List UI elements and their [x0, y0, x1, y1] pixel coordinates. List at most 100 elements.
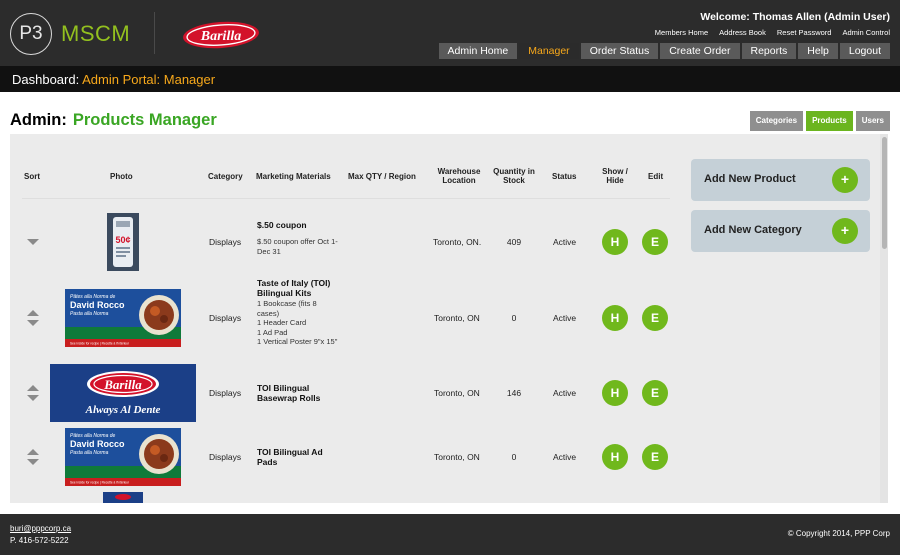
row-quantity: 0	[511, 313, 517, 323]
banner-foot: See inside for recipe | Recette à l'inté…	[70, 342, 130, 346]
row-category: Displays	[209, 388, 242, 398]
row-warehouse: Toronto, ON	[434, 313, 480, 323]
row-warehouse: Toronto, ON.	[433, 237, 482, 247]
page-title-main: Products Manager	[72, 111, 217, 129]
products-panel: Sort Photo Category Marketing Materials …	[10, 134, 888, 503]
members-home-link[interactable]: Members Home	[655, 28, 708, 37]
header-marketing: Marketing Materials	[256, 172, 331, 181]
edit-button[interactable]: E	[642, 380, 668, 406]
nav-tab-logout[interactable]: Logout	[839, 43, 890, 59]
product-photo-coupon: 50¢	[107, 213, 139, 271]
edit-button[interactable]: E	[642, 229, 668, 255]
header-max-qty: Max QTY / Region	[348, 172, 416, 181]
product-photo-basewrap: Barilla Always Al Dente	[50, 364, 196, 422]
coupon-photo-text: 50¢	[115, 235, 130, 245]
banner-foot: See inside for recipe | Recette à l'inté…	[70, 481, 130, 485]
footer-phone: P. 416-572-5222	[10, 536, 69, 545]
row-warehouse: Toronto, ON	[434, 452, 480, 462]
hide-button[interactable]: H	[602, 305, 628, 331]
nav-tab-help[interactable]: Help	[798, 43, 838, 59]
sort-down-icon[interactable]	[26, 234, 40, 252]
edit-button[interactable]: E	[642, 444, 668, 470]
footer-email-link[interactable]: buri@pppcorp.ca	[10, 524, 71, 533]
product-name: Taste of Italy (TOI) Bilingual Kits	[257, 278, 331, 298]
address-book-link[interactable]: Address Book	[719, 28, 766, 37]
header-divider	[22, 198, 670, 199]
row-quantity: 409	[506, 237, 522, 247]
banner-line-2: David Rocco	[70, 439, 125, 449]
header: P3 MSCM Barilla Welcome: Thomas Allen (A…	[0, 0, 900, 66]
product-photo-ad-pads: Pâtes alla Norma de David Rocco Pasta al…	[65, 428, 181, 486]
add-new-category-button[interactable]: Add New Category +	[691, 210, 870, 252]
banner-line-3: Pasta alla Norma	[70, 450, 109, 456]
row-status: Active	[553, 388, 577, 398]
basewrap-logo-text: Barilla	[103, 377, 142, 392]
add-new-product-button[interactable]: Add New Product +	[691, 159, 870, 201]
plus-icon: +	[832, 167, 858, 193]
header-divider	[154, 12, 155, 54]
nav-tab-order-status[interactable]: Order Status	[580, 43, 659, 59]
welcome-text: Welcome: Thomas Allen (Admin User)	[700, 11, 890, 23]
header-photo: Photo	[110, 172, 133, 181]
banner-line-2: David Rocco	[70, 300, 125, 310]
breadcrumb-value: Admin Portal: Manager	[82, 72, 216, 87]
header-sort: Sort	[24, 172, 40, 181]
hide-button[interactable]: H	[602, 380, 628, 406]
product-photo-partial	[103, 492, 143, 503]
header-warehouse: Warehouse Location	[437, 167, 481, 185]
hide-button[interactable]: H	[602, 229, 628, 255]
row-quantity: 0	[511, 452, 517, 462]
banner-line-3: Pasta alla Norma	[70, 311, 109, 317]
breadcrumb-label: Dashboard:	[12, 72, 80, 87]
admin-control-link[interactable]: Admin Control	[842, 28, 890, 37]
row-quantity: 146	[506, 388, 522, 398]
sort-updown-icon[interactable]	[26, 448, 40, 466]
sort-updown-icon[interactable]	[26, 384, 40, 402]
footer: buri@pppcorp.ca P. 416-572-5222 © Copyri…	[0, 514, 900, 555]
barilla-logo-text: Barilla	[200, 29, 241, 44]
main-nav: Admin Home Manager Order Status Create O…	[438, 43, 890, 59]
sub-tabs: Categories Products Users	[749, 111, 890, 131]
subtab-products[interactable]: Products	[806, 111, 853, 131]
add-new-category-label: Add New Category	[704, 224, 802, 236]
header-edit: Edit	[648, 172, 664, 181]
basewrap-slogan: Always Al Dente	[85, 404, 161, 416]
row-category: Displays	[209, 452, 242, 462]
top-links: Members Home Address Book Reset Password…	[655, 28, 890, 37]
add-new-product-label: Add New Product	[704, 173, 796, 185]
header-status: Status	[552, 172, 577, 181]
subtab-users[interactable]: Users	[855, 111, 890, 131]
row-category: Displays	[209, 237, 242, 247]
reset-password-link[interactable]: Reset Password	[777, 28, 832, 37]
sort-updown-icon[interactable]	[26, 309, 40, 327]
scrollbar[interactable]	[880, 134, 888, 503]
nav-tab-reports[interactable]: Reports	[741, 43, 797, 59]
product-photo-toi-kit: Pâtes alla Norma de David Rocco Pasta al…	[65, 289, 181, 347]
header-category: Category	[208, 172, 243, 181]
nav-tab-manager[interactable]: Manager	[519, 43, 579, 59]
plus-icon: +	[832, 218, 858, 244]
product-description: 1 Bookcase (fits 8 cases) 1 Header Card …	[257, 299, 338, 346]
row-status: Active	[553, 313, 577, 323]
header-show-hide: Show / Hide	[602, 167, 628, 185]
footer-copyright: © Copyright 2014, PPP Corp	[787, 529, 890, 538]
barilla-logo: Barilla	[183, 21, 259, 49]
hide-button[interactable]: H	[602, 444, 628, 470]
p3-logo-mark: P3	[10, 13, 52, 55]
scrollbar-thumb[interactable]	[882, 137, 887, 249]
nav-tab-create-order[interactable]: Create Order	[660, 43, 740, 59]
subtab-categories[interactable]: Categories	[749, 111, 804, 131]
row-category: Displays	[209, 313, 242, 323]
header-quantity: Quantity in Stock	[493, 167, 535, 185]
breadcrumb: Dashboard: Admin Portal: Manager	[0, 66, 900, 92]
product-name: TOI Bilingual Ad Pads	[257, 447, 323, 467]
edit-button[interactable]: E	[642, 305, 668, 331]
row-status: Active	[553, 452, 577, 462]
page-title: Admin: Products Manager	[10, 111, 217, 130]
page-title-prefix: Admin:	[10, 111, 67, 129]
product-name: $.50 coupon	[257, 220, 307, 230]
product-name: TOI Bilingual Basewrap Rolls	[257, 383, 321, 403]
mscm-logo-text: MSCM	[61, 21, 131, 46]
breadcrumb-text: Dashboard: Admin Portal: Manager	[12, 72, 215, 87]
nav-tab-admin-home[interactable]: Admin Home	[438, 43, 518, 59]
